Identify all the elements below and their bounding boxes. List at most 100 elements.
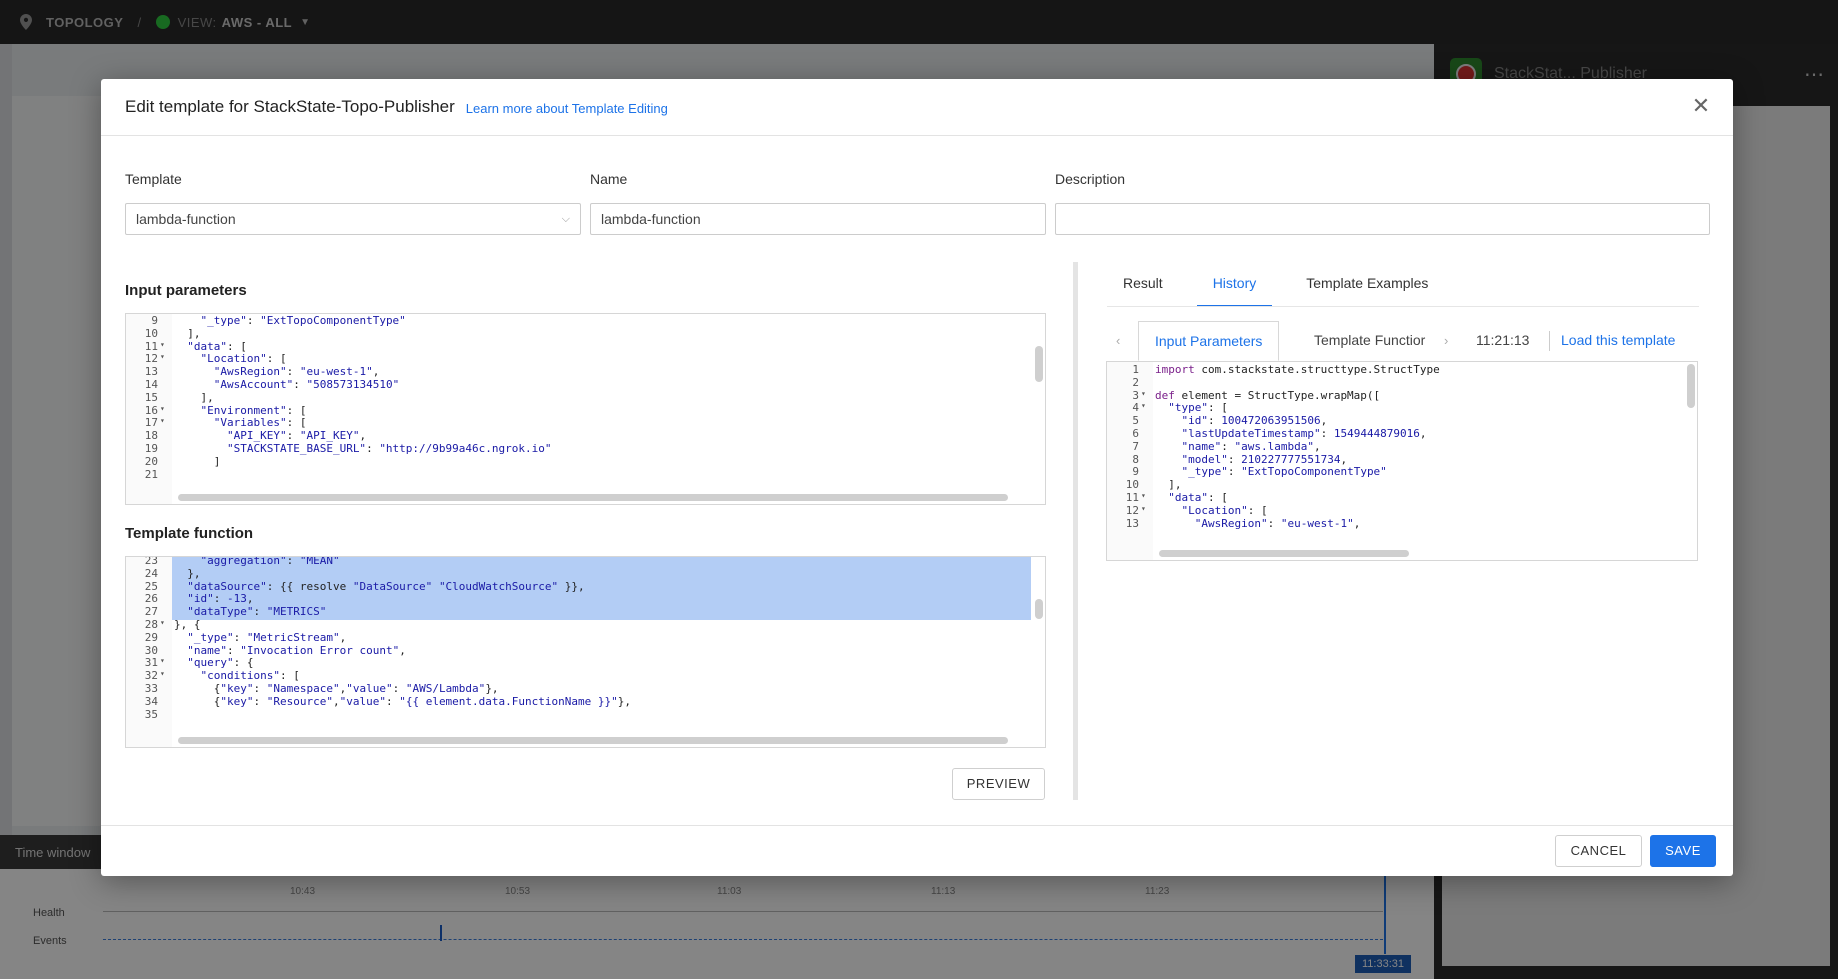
code-text: ] <box>174 454 221 468</box>
line-number: 27 <box>144 605 158 619</box>
preview-button[interactable]: PREVIEW <box>952 768 1045 800</box>
load-template-link[interactable]: Load this template <box>1561 332 1675 348</box>
history-timestamp: 11:21:13 <box>1476 332 1530 348</box>
code-text: "Location": [ <box>200 352 287 366</box>
code-text: "STACKSTATE_BASE_URL": "http://9b99a46c.… <box>226 442 552 455</box>
line-number: 21 <box>144 467 158 481</box>
description-input[interactable] <box>1055 203 1710 235</box>
line-number: 11 <box>1125 491 1139 504</box>
cancel-button[interactable]: CANCEL <box>1555 835 1642 867</box>
line-number: 18 <box>144 429 158 443</box>
fold-toggle-icon[interactable]: ▾ <box>1141 491 1146 500</box>
fold-toggle-icon[interactable]: ▾ <box>160 416 165 425</box>
dialog-title: Edit template for StackState-Topo-Publis… <box>125 97 455 116</box>
subtab-template-function[interactable]: Template Functior <box>1298 321 1441 361</box>
chevron-down-icon: ⌵ <box>561 213 570 225</box>
line-number: 28 <box>144 618 158 631</box>
line-number: 17 <box>144 416 158 430</box>
code-text: "name": "aws.lambda", <box>1181 439 1321 453</box>
code-text: "name": "Invocation Error count", <box>187 643 406 657</box>
code-line[interactable]: 13 "AwsRegion": "eu-west-1", <box>1107 517 1697 532</box>
vertical-scrollbar[interactable] <box>1035 599 1043 619</box>
code-text: "lastUpdateTimestamp": 1549444879016, <box>1181 427 1427 440</box>
code-text: "aggregation": "MEAN" <box>200 556 340 567</box>
horizontal-scrollbar[interactable] <box>178 494 1008 501</box>
line-number: 12 <box>144 352 158 366</box>
fold-toggle-icon[interactable]: ▾ <box>1141 504 1146 513</box>
line-number: 6 <box>1132 427 1139 440</box>
line-number: 13 <box>144 365 158 379</box>
code-text: ], <box>1155 478 1182 492</box>
line-number: 5 <box>1132 414 1139 428</box>
line-number: 15 <box>144 390 158 404</box>
save-button[interactable]: SAVE <box>1650 835 1716 867</box>
history-prev-icon[interactable]: ‹ <box>1116 333 1120 348</box>
line-number: 12 <box>1125 503 1139 517</box>
code-text: ], <box>174 390 214 404</box>
line-number: 30 <box>144 643 158 657</box>
code-text: "id": -13, <box>187 592 254 606</box>
fold-toggle-icon[interactable]: ▾ <box>160 340 165 349</box>
code-text: {"key": "Resource","value": "{{ element.… <box>174 694 631 708</box>
line-number: 10 <box>1125 478 1139 492</box>
fold-toggle-icon[interactable]: ▾ <box>160 656 165 665</box>
fold-toggle-icon[interactable]: ▾ <box>160 352 165 361</box>
line-number: 23 <box>144 556 158 567</box>
template-function-editor[interactable]: 23 "aggregation": "MEAN" 24 }, 25 "dataSou… <box>125 556 1046 748</box>
line-number: 7 <box>1132 439 1139 453</box>
history-next-icon[interactable]: › <box>1444 333 1448 348</box>
line-number: 9 <box>1132 465 1139 479</box>
subtab-input-parameters[interactable]: Input Parameters <box>1138 321 1280 361</box>
template-function-title: Template function <box>125 525 254 542</box>
code-text: "AwsRegion": "eu-west-1", <box>213 365 380 379</box>
name-label: Name <box>590 171 628 187</box>
code-text: "type": [ <box>1168 401 1228 415</box>
template-select[interactable]: lambda-function ⌵ <box>125 203 581 235</box>
vertical-scrollbar[interactable] <box>1687 364 1695 408</box>
tab-history[interactable]: History <box>1196 262 1273 307</box>
close-icon[interactable]: ✕ <box>1689 95 1713 119</box>
dialog-header: Edit template for StackState-Topo-Publis… <box>101 79 1733 136</box>
fold-toggle-icon[interactable]: ▾ <box>1141 401 1146 410</box>
code-text: "dataType": "METRICS" <box>187 605 327 619</box>
horizontal-scrollbar[interactable] <box>1159 550 1409 557</box>
name-input[interactable]: lambda-function <box>590 203 1046 235</box>
toolbar-separator <box>1549 331 1550 351</box>
line-number: 8 <box>1132 452 1139 466</box>
code-text: "_type": "MetricStream", <box>187 630 347 644</box>
code-text: "Environment": [ <box>200 403 307 417</box>
horizontal-scrollbar[interactable] <box>178 737 1008 744</box>
code-text: }, { <box>174 618 201 631</box>
tab-template-examples[interactable]: Template Examples <box>1290 262 1444 307</box>
fold-toggle-icon[interactable]: ▾ <box>160 404 165 413</box>
history-editor[interactable]: 1 import com.stackstate.structtype.Struct… <box>1106 361 1698 561</box>
fold-toggle-icon[interactable]: ▾ <box>1141 389 1146 398</box>
code-text: {"key": "Namespace","value": "AWS/Lambda… <box>174 682 499 695</box>
line-number: 31 <box>144 656 158 670</box>
line-number: 9 <box>151 314 158 327</box>
code-text: "query": { <box>187 656 254 670</box>
line-number: 11 <box>144 339 158 353</box>
code-text: "data": [ <box>187 339 247 353</box>
code-text: import com.stackstate.structtype.StructT… <box>1155 363 1440 376</box>
line-number: 33 <box>144 682 158 695</box>
learn-more-link[interactable]: Learn more about Template Editing <box>466 101 668 116</box>
fold-toggle-icon[interactable]: ▾ <box>160 669 165 678</box>
line-number: 4 <box>1132 401 1139 415</box>
vertical-scrollbar[interactable] <box>1035 346 1043 382</box>
code-line[interactable]: 35 <box>126 708 1045 723</box>
line-number: 20 <box>144 454 158 468</box>
code-text: "data": [ <box>1168 491 1228 504</box>
template-select-value: lambda-function <box>136 211 236 227</box>
line-number: 1 <box>1132 363 1139 376</box>
fold-toggle-icon[interactable]: ▾ <box>160 618 165 627</box>
code-line[interactable]: 21 <box>126 468 1045 483</box>
pane-splitter[interactable] <box>1073 262 1078 800</box>
code-text: "Variables": [ <box>213 416 307 430</box>
tab-result[interactable]: Result <box>1107 262 1179 307</box>
input-parameters-editor[interactable]: 9 "_type": "ExtTopoComponentType" 10 ], 11… <box>125 313 1046 505</box>
code-text: def element = StructType.wrapMap([ <box>1155 388 1381 402</box>
input-parameters-title: Input parameters <box>125 282 247 299</box>
line-number: 35 <box>144 707 158 721</box>
line-number: 19 <box>144 442 158 455</box>
